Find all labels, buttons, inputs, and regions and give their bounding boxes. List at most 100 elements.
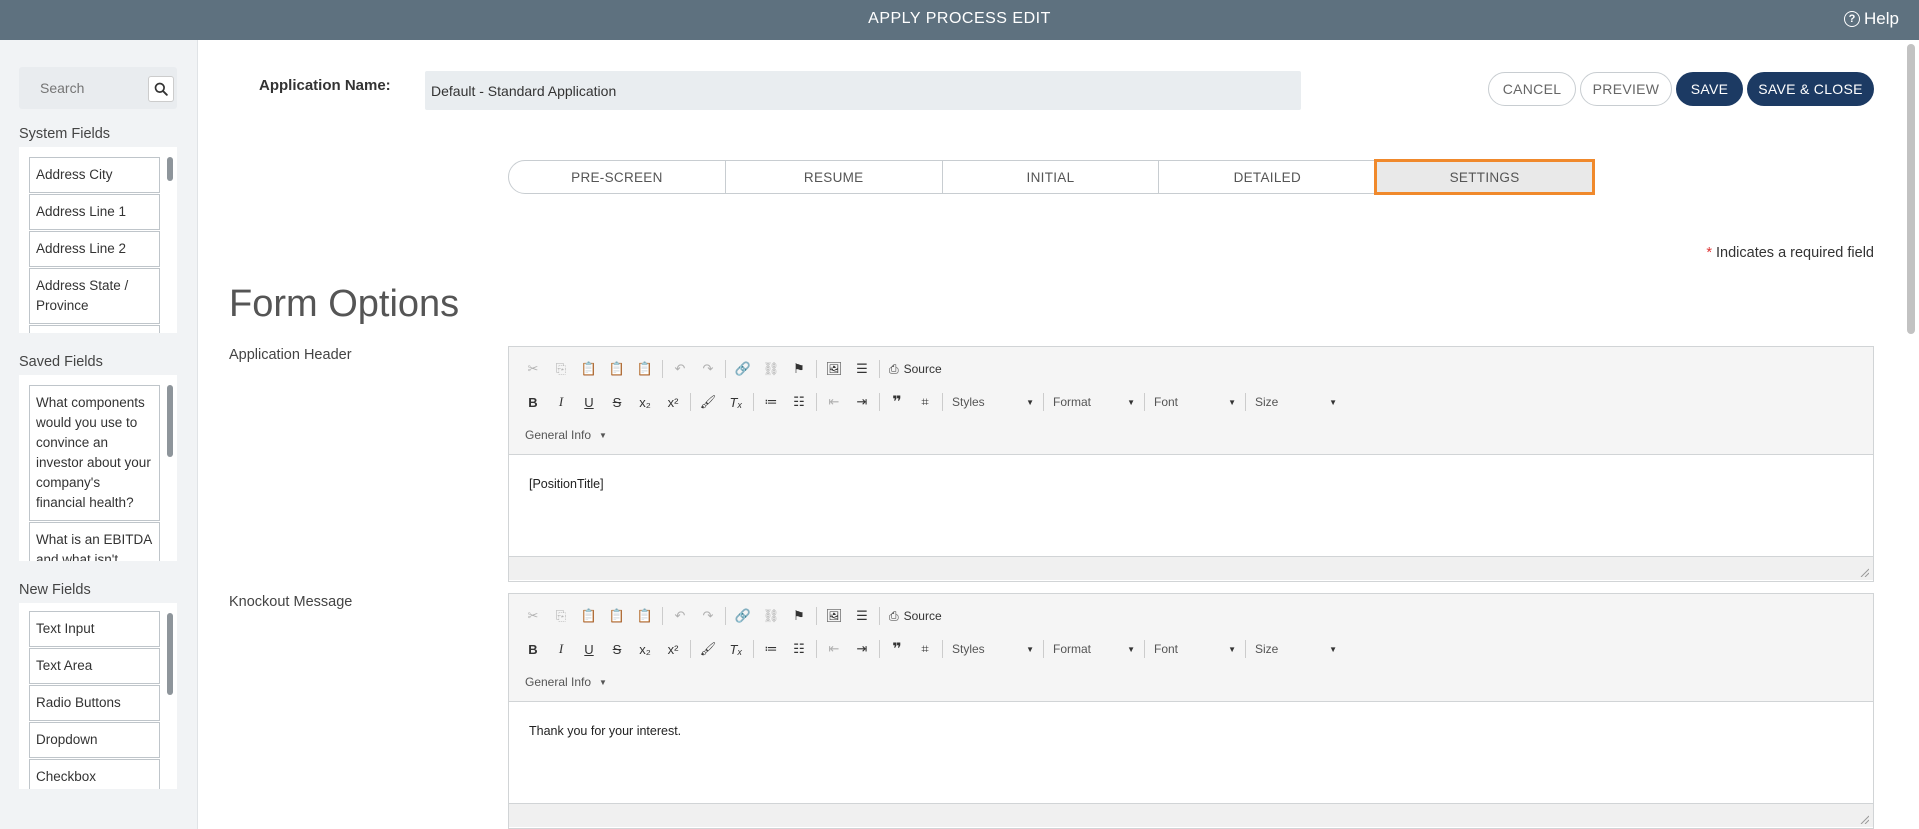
italic-icon[interactable]: I: [547, 390, 575, 414]
superscript-icon[interactable]: x²: [659, 390, 687, 414]
resize-grip-icon[interactable]: [1859, 814, 1869, 824]
new-fields-scrollbar[interactable]: [167, 613, 173, 695]
unlink-icon[interactable]: ⛓: [757, 604, 785, 628]
editor-content[interactable]: [PositionTitle]: [509, 455, 1873, 556]
redo-icon[interactable]: ↷: [694, 604, 722, 628]
field-item[interactable]: Radio Buttons: [29, 685, 160, 721]
save-button[interactable]: SAVE: [1676, 72, 1743, 106]
bulleted-list-icon[interactable]: ☷: [785, 637, 813, 661]
strikethrough-icon[interactable]: S: [603, 390, 631, 414]
styles-dropdown[interactable]: Styles ▼: [946, 391, 1040, 413]
preview-button[interactable]: PREVIEW: [1580, 72, 1672, 106]
field-item[interactable]: Address Line 2: [29, 231, 160, 267]
styles-dropdown[interactable]: Styles ▼: [946, 638, 1040, 660]
cut-icon[interactable]: ✂: [519, 604, 547, 628]
paste-text-icon[interactable]: 📋: [603, 604, 631, 628]
strikethrough-icon[interactable]: S: [603, 637, 631, 661]
save-close-button[interactable]: SAVE & CLOSE: [1747, 72, 1874, 106]
paste-word-icon[interactable]: 📋: [631, 357, 659, 381]
source-button[interactable]: ⎙ Source: [883, 609, 948, 624]
search-input[interactable]: [19, 67, 147, 109]
superscript-icon[interactable]: x²: [659, 637, 687, 661]
outdent-icon[interactable]: ⇤: [820, 637, 848, 661]
size-label: Size: [1255, 395, 1279, 409]
source-button[interactable]: ⎙ Source: [883, 362, 948, 377]
image-icon[interactable]: 🖼: [820, 604, 848, 628]
font-dropdown[interactable]: Font ▼: [1148, 391, 1242, 413]
indent-icon[interactable]: ⇥: [848, 390, 876, 414]
anchor-flag-icon[interactable]: ⚑: [785, 604, 813, 628]
paste-text-icon[interactable]: 📋: [603, 357, 631, 381]
cut-icon[interactable]: ✂: [519, 357, 547, 381]
field-item[interactable]: Address Line 1: [29, 194, 160, 230]
underline-icon[interactable]: U: [575, 390, 603, 414]
saved-fields-scrollbar[interactable]: [167, 385, 173, 457]
numbered-list-icon[interactable]: ≔: [757, 390, 785, 414]
undo-icon[interactable]: ↶: [666, 604, 694, 628]
link-icon[interactable]: 🔗: [729, 357, 757, 381]
copy-format-icon[interactable]: 🖌: [694, 637, 722, 661]
field-item[interactable]: Dropdown: [29, 722, 160, 758]
field-item[interactable]: What components would you use to convinc…: [29, 385, 160, 521]
image-icon[interactable]: 🖼: [820, 357, 848, 381]
paste-icon[interactable]: 📋: [575, 357, 603, 381]
blockquote-icon[interactable]: ❞: [883, 637, 911, 661]
paste-word-icon[interactable]: 📋: [631, 604, 659, 628]
tab-resume[interactable]: RESUME: [726, 161, 943, 193]
bulleted-list-icon[interactable]: ☷: [785, 390, 813, 414]
tab-initial[interactable]: INITIAL: [943, 161, 1160, 193]
size-dropdown[interactable]: Size ▼: [1249, 391, 1343, 413]
unlink-icon[interactable]: ⛓: [757, 357, 785, 381]
field-item[interactable]: Address State / Province: [29, 268, 160, 324]
search-button[interactable]: [148, 76, 174, 102]
link-icon[interactable]: 🔗: [729, 604, 757, 628]
tab-pre-screen[interactable]: PRE-SCREEN: [509, 161, 726, 193]
underline-icon[interactable]: U: [575, 637, 603, 661]
toolbar-separator: [879, 360, 880, 378]
general-info-dropdown[interactable]: General Info ▼: [519, 675, 607, 689]
format-dropdown[interactable]: Format ▼: [1047, 638, 1141, 660]
field-item[interactable]: Text Input: [29, 611, 160, 647]
resize-grip-icon[interactable]: [1859, 567, 1869, 577]
remove-format-icon[interactable]: Tₓ: [722, 390, 750, 414]
caret-down-icon: ▼: [1127, 644, 1135, 654]
editor-content[interactable]: Thank you for your interest.: [509, 702, 1873, 803]
italic-icon[interactable]: I: [547, 637, 575, 661]
blockquote-icon[interactable]: ❞: [883, 390, 911, 414]
format-dropdown[interactable]: Format ▼: [1047, 391, 1141, 413]
div-container-icon[interactable]: ⌗: [911, 390, 939, 414]
anchor-flag-icon[interactable]: ⚑: [785, 357, 813, 381]
redo-icon[interactable]: ↷: [694, 357, 722, 381]
numbered-list-icon[interactable]: ≔: [757, 637, 785, 661]
copy-icon[interactable]: ⎘: [547, 357, 575, 381]
page-scrollbar[interactable]: [1907, 44, 1915, 334]
copy-format-icon[interactable]: 🖌: [694, 390, 722, 414]
subscript-icon[interactable]: x₂: [631, 390, 659, 414]
bold-icon[interactable]: B: [519, 390, 547, 414]
horizontal-line-icon[interactable]: ☰: [848, 604, 876, 628]
undo-icon[interactable]: ↶: [666, 357, 694, 381]
app-name-input[interactable]: [425, 71, 1301, 110]
cancel-button[interactable]: CANCEL: [1488, 72, 1576, 106]
font-dropdown[interactable]: Font ▼: [1148, 638, 1242, 660]
tab-detailed[interactable]: DETAILED: [1159, 161, 1377, 193]
indent-icon[interactable]: ⇥: [848, 637, 876, 661]
bold-icon[interactable]: B: [519, 637, 547, 661]
help-link[interactable]: ? Help: [1844, 9, 1899, 29]
div-container-icon[interactable]: ⌗: [911, 637, 939, 661]
copy-icon[interactable]: ⎘: [547, 604, 575, 628]
outdent-icon[interactable]: ⇤: [820, 390, 848, 414]
field-item[interactable]: Address City: [29, 157, 160, 193]
field-item[interactable]: Checkbox: [29, 759, 160, 789]
field-item[interactable]: [29, 325, 160, 333]
tab-settings[interactable]: SETTINGS: [1374, 159, 1595, 195]
remove-format-icon[interactable]: Tₓ: [722, 637, 750, 661]
paste-icon[interactable]: 📋: [575, 604, 603, 628]
field-item[interactable]: What is an EBITDA and what isn't: [29, 522, 160, 561]
size-dropdown[interactable]: Size ▼: [1249, 638, 1343, 660]
subscript-icon[interactable]: x₂: [631, 637, 659, 661]
general-info-dropdown[interactable]: General Info ▼: [519, 428, 607, 442]
system-fields-scrollbar[interactable]: [167, 157, 173, 181]
horizontal-line-icon[interactable]: ☰: [848, 357, 876, 381]
field-item[interactable]: Text Area: [29, 648, 160, 684]
